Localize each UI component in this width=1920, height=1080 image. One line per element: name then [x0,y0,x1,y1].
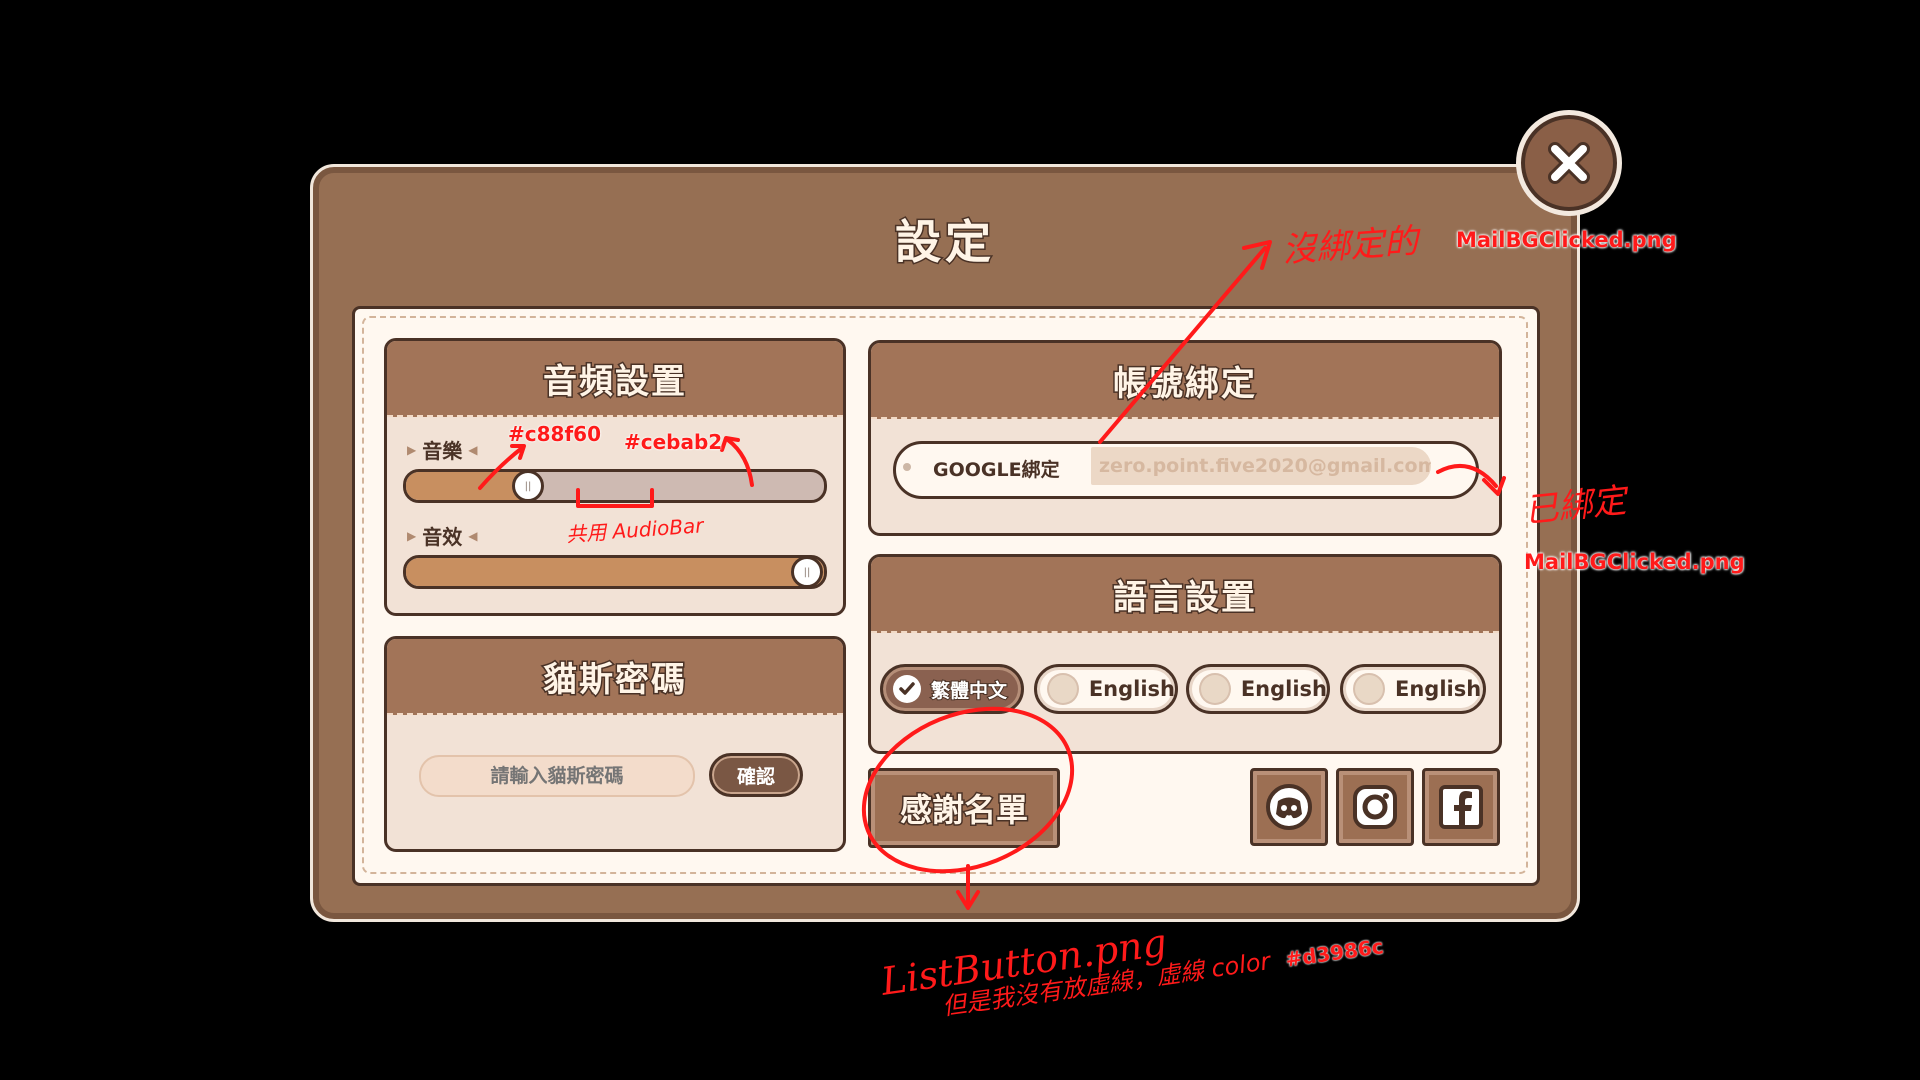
annotation-fill-color: #c88f60 [508,422,601,446]
annotation-track-color: #cebab2 [624,430,723,454]
annotation-not-bound-png: MailBGClicked.png [1456,228,1677,252]
annotation-overlay [478,240,1506,910]
annotation-not-bound: 沒綁定的 [1281,221,1420,271]
annotation-bound-png: MailBGClicked.png [1524,550,1745,574]
